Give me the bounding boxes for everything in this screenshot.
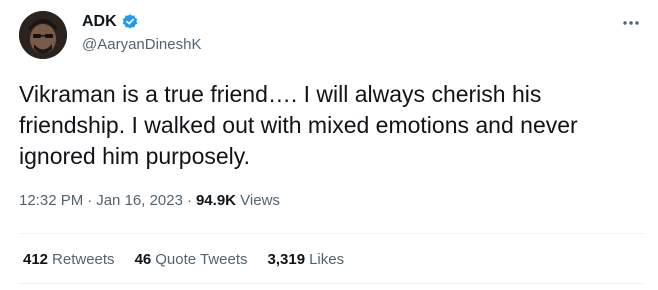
tweet-date[interactable]: Jan 16, 2023 <box>96 192 183 209</box>
tweet-text-line: friendship. I walked out with mixed emot… <box>19 112 578 138</box>
views-label: Views <box>240 192 280 209</box>
likes-count: 3,319 <box>267 251 306 268</box>
divider <box>19 283 644 284</box>
likes-stat[interactable]: 3,319 Likes <box>268 251 345 268</box>
tweet-time[interactable]: 12:32 PM <box>19 192 83 209</box>
quote-tweets-count: 46 <box>134 251 152 268</box>
tweet-text: Vikraman is a true friend…. I will alway… <box>19 79 644 172</box>
author-display-name[interactable]: ADK <box>82 13 117 31</box>
quote-tweets-stat[interactable]: 46 Quote Tweets <box>135 251 248 268</box>
engagement-stats: 412 Retweets 46 Quote Tweets 3,319 Likes <box>23 251 364 268</box>
likes-label: Likes <box>309 251 345 268</box>
retweets-count: 412 <box>23 251 49 268</box>
avatar[interactable] <box>19 11 67 59</box>
more-options-icon[interactable] <box>619 16 643 30</box>
retweets-label: Retweets <box>52 251 115 268</box>
tweet-meta: 12:32 PM · Jan 16, 2023 · 94.9K Views <box>19 192 280 209</box>
tweet-text-line: ignored him purposely. <box>19 143 250 169</box>
tweet-text-line: Vikraman is a true friend…. I will alway… <box>19 81 542 107</box>
tweet: ADK @AaryanDineshK Vikraman is a true fr… <box>0 0 658 290</box>
meta-separator: · <box>186 192 192 209</box>
quote-tweets-label: Quote Tweets <box>155 251 248 268</box>
avatar-image <box>19 11 67 59</box>
views-count: 94.9K <box>195 192 236 209</box>
verified-badge-icon <box>121 13 139 31</box>
meta-separator: · <box>87 192 93 209</box>
retweets-stat[interactable]: 412 Retweets <box>23 251 115 268</box>
author-name-row: ADK <box>82 11 139 33</box>
author-handle[interactable]: @AaryanDineshK <box>82 36 201 53</box>
divider <box>19 233 644 234</box>
